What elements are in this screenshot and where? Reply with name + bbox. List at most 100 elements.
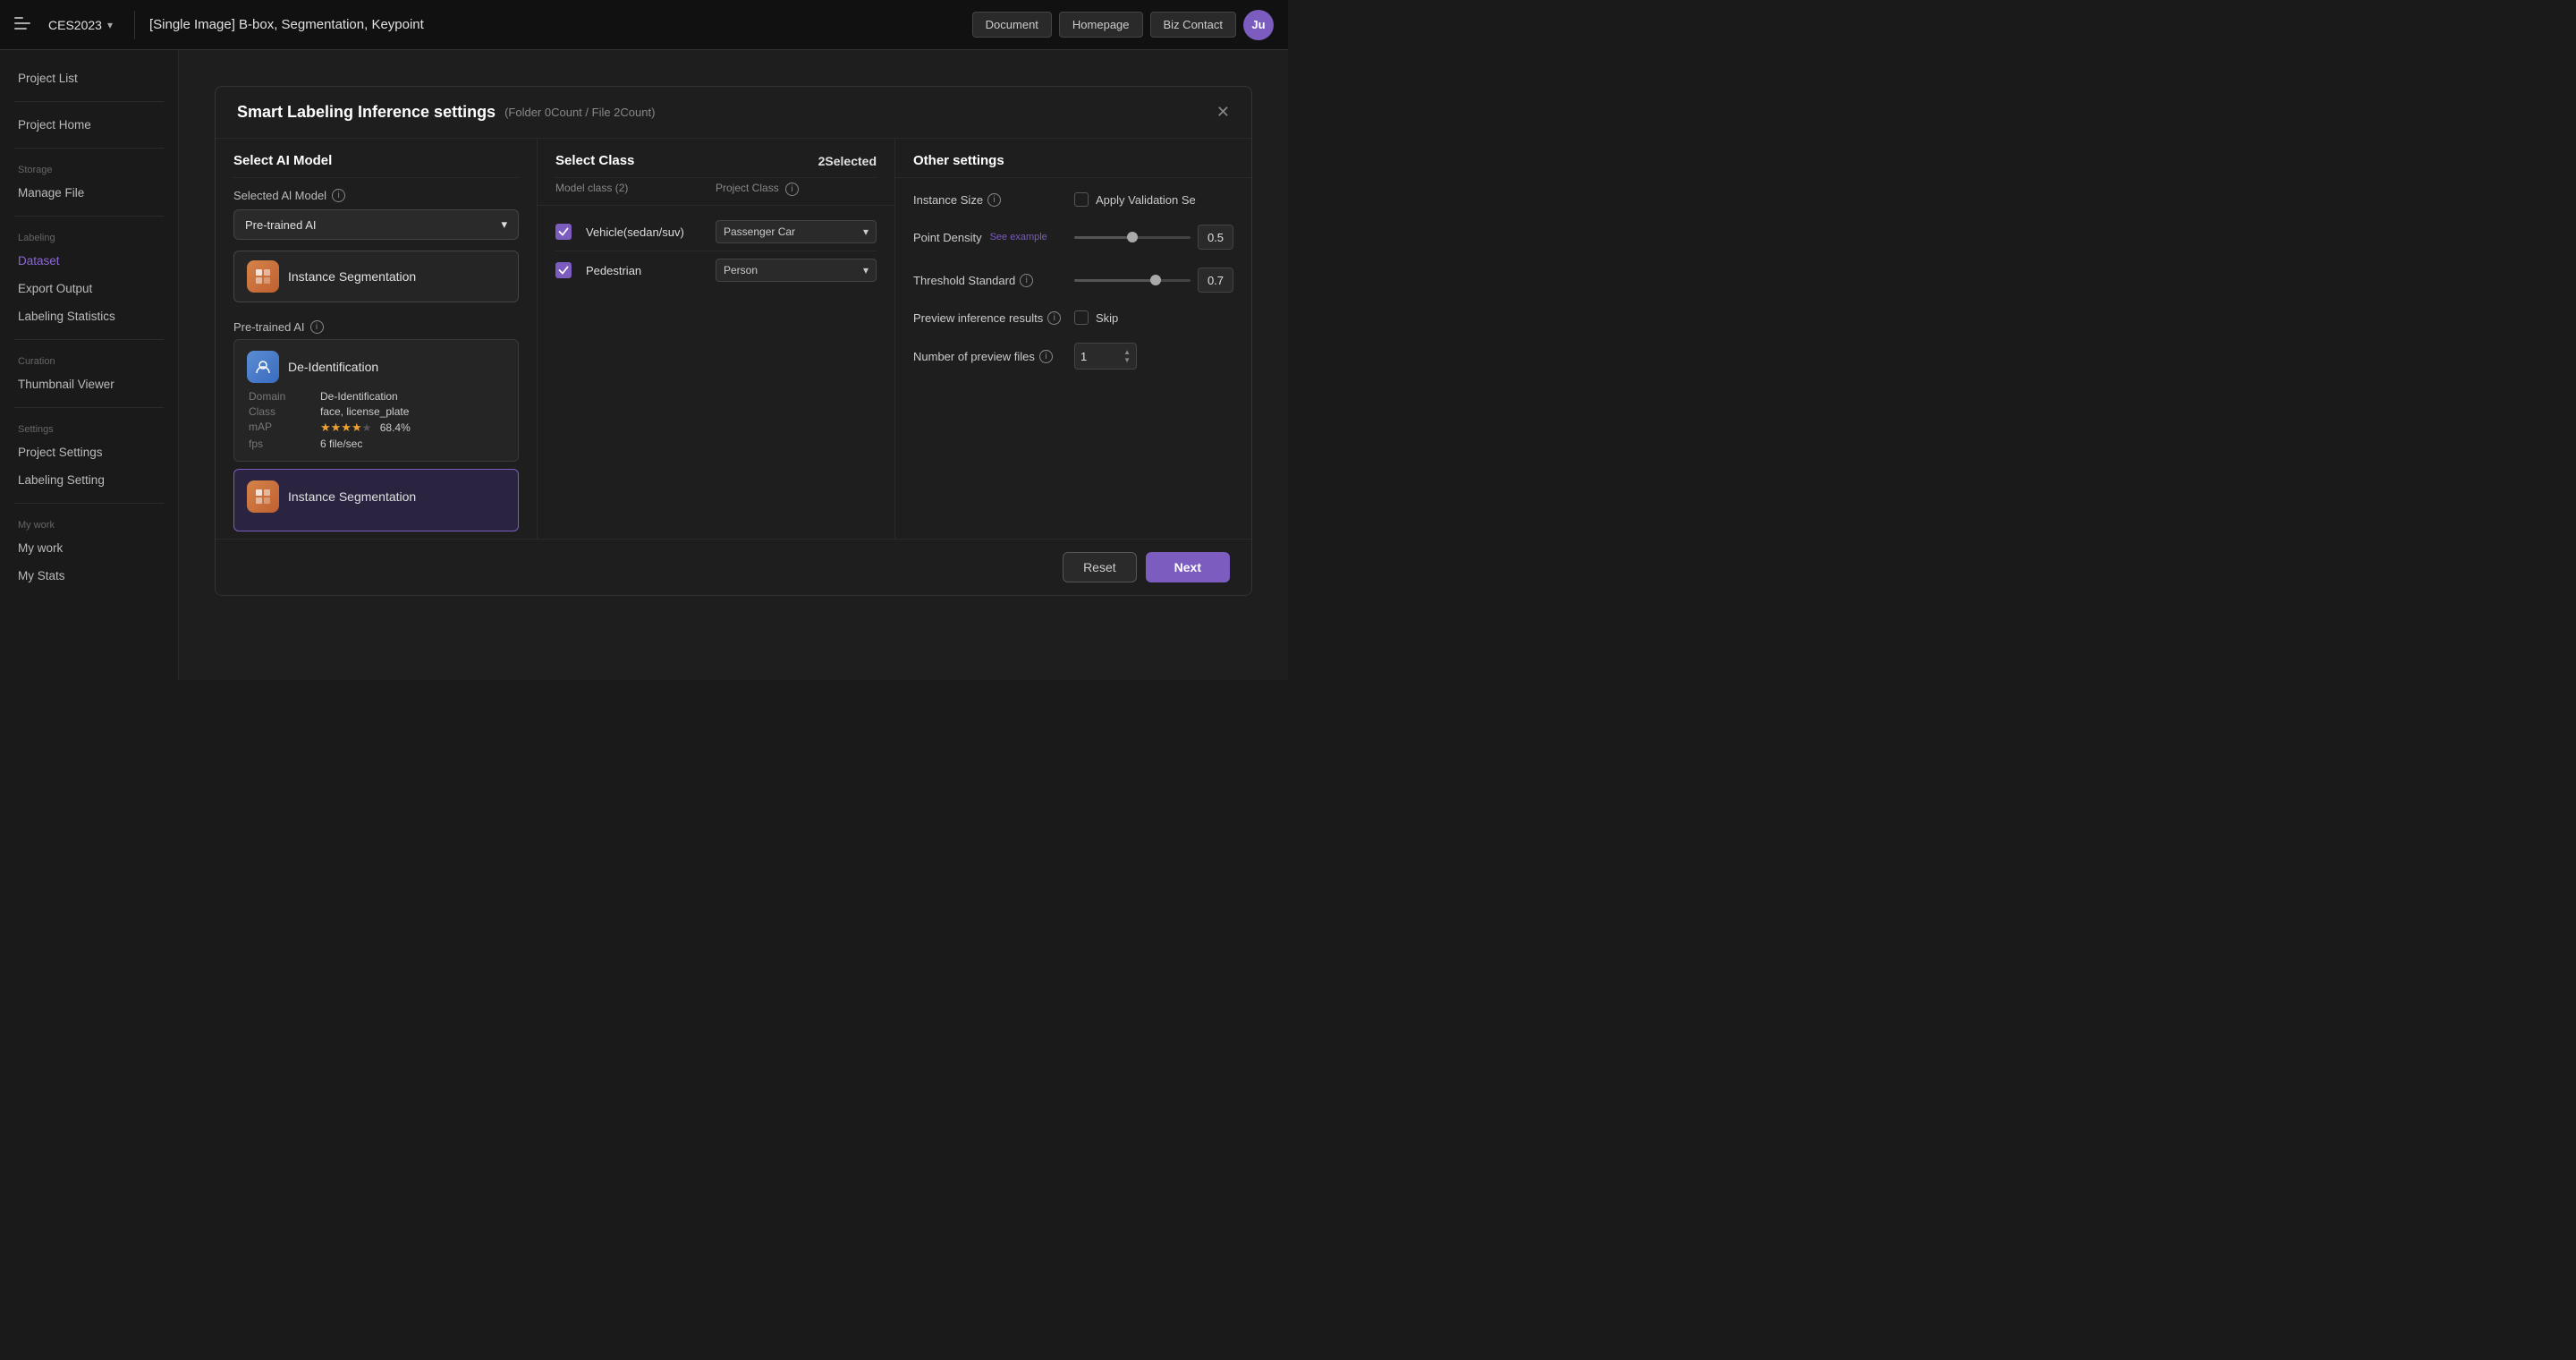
project-class-info-icon[interactable]: i: [785, 183, 799, 196]
map-value: ★★★★★ 68.4%: [320, 421, 505, 435]
preview-files-info-icon[interactable]: i: [1039, 350, 1053, 363]
storage-section-label: Storage: [0, 157, 178, 179]
main-content: Smart Labeling Inference settings (Folde…: [179, 50, 1288, 680]
decrement-arrow[interactable]: ▼: [1123, 357, 1131, 364]
ai-model-panel: Select AI Model Selected Al Model i Pre-…: [216, 139, 538, 539]
point-density-label: Point Density See example: [913, 231, 1065, 244]
curation-section-label: Curation: [0, 349, 178, 370]
point-density-example-link[interactable]: See example: [990, 232, 1047, 242]
seg-model-name: Instance Segmentation: [288, 489, 416, 504]
pedestrian-project-class-dropdown[interactable]: Person ▾: [716, 259, 877, 282]
class-panel-title: Select Class: [555, 153, 634, 168]
document-button[interactable]: Document: [972, 12, 1052, 38]
instance-size-row: Instance Size i Apply Validation Se: [913, 192, 1233, 207]
sidebar-divider-2: [14, 148, 164, 149]
sidebar-item-labeling-setting[interactable]: Labeling Setting: [0, 466, 178, 494]
sidebar-item-thumbnail-viewer[interactable]: Thumbnail Viewer: [0, 370, 178, 398]
project-class-col-header: Project Class i: [716, 178, 877, 200]
sidebar-item-manage-file[interactable]: Manage File: [0, 179, 178, 207]
topbar: CES2023 ▾ [Single Image] B-box, Segmenta…: [0, 0, 1288, 50]
apply-validation-label: Apply Validation Se: [1096, 193, 1196, 207]
modal-title: Smart Labeling Inference settings: [237, 103, 496, 122]
instance-size-control: Apply Validation Se: [1074, 192, 1233, 207]
sidebar-divider-6: [14, 503, 164, 504]
menu-icon[interactable]: [14, 15, 30, 34]
vehicle-class-label: Vehicle(sedan/suv): [586, 225, 710, 239]
ai-model-panel-title: Select AI Model: [216, 139, 537, 177]
class-selected-count: 2Selected: [818, 154, 877, 168]
layout: Project List Project Home Storage Manage…: [0, 50, 1288, 680]
point-density-value: 0.5: [1198, 225, 1233, 250]
selected-model-section: Selected Al Model i: [216, 178, 537, 209]
sidebar-item-export-output[interactable]: Export Output: [0, 275, 178, 302]
modal-footer: Reset Next: [216, 539, 1251, 595]
sidebar-item-project-settings[interactable]: Project Settings: [0, 438, 178, 466]
reset-button[interactable]: Reset: [1063, 552, 1137, 582]
point-density-row: Point Density See example 0.5: [913, 225, 1233, 250]
inference-settings-modal: Smart Labeling Inference settings (Folde…: [215, 86, 1252, 596]
sidebar-item-project-home[interactable]: Project Home: [0, 111, 178, 139]
preview-files-value: 1: [1080, 350, 1087, 363]
map-stars: ★★★★: [320, 421, 362, 434]
preview-files-control: 1 ▲ ▼: [1074, 343, 1233, 370]
point-density-control: 0.5: [1074, 225, 1233, 250]
project-name: CES2023: [48, 18, 102, 32]
settings-panel: Other settings Instance Size i Apply Val…: [895, 139, 1251, 539]
sidebar-item-my-work[interactable]: My work: [0, 534, 178, 562]
homepage-button[interactable]: Homepage: [1059, 12, 1143, 38]
vehicle-project-class-dropdown[interactable]: Passenger Car ▾: [716, 220, 877, 243]
sidebar-divider-1: [14, 101, 164, 102]
sidebar-item-my-stats[interactable]: My Stats: [0, 562, 178, 590]
preview-files-input[interactable]: 1 ▲ ▼: [1074, 343, 1137, 370]
vehicle-checkbox[interactable]: [555, 224, 572, 240]
preview-inference-control: Skip: [1074, 310, 1233, 325]
sidebar: Project List Project Home Storage Manage…: [0, 50, 179, 680]
pedestrian-dropdown-chevron: ▾: [863, 264, 869, 276]
settings-section-label: Settings: [0, 417, 178, 438]
point-density-slider[interactable]: [1074, 236, 1191, 239]
pretrained-info-icon[interactable]: i: [310, 320, 324, 334]
biz-contact-button[interactable]: Biz Contact: [1150, 12, 1236, 38]
domain-key: Domain: [249, 390, 320, 403]
preview-inference-checkbox[interactable]: [1074, 310, 1089, 325]
pretrained-section: Pre-trained AI i: [216, 313, 537, 339]
sidebar-item-project-list[interactable]: Project List: [0, 64, 178, 92]
my-work-section-label: My work: [0, 513, 178, 534]
sidebar-item-dataset[interactable]: Dataset: [0, 247, 178, 275]
model-list-item-seg[interactable]: Instance Segmentation: [233, 469, 519, 531]
labeling-section-label: Labeling: [0, 225, 178, 247]
fps-key: fps: [249, 438, 320, 450]
modal-subtitle: (Folder 0Count / File 2Count): [504, 106, 655, 119]
topbar-divider: [134, 11, 135, 39]
apply-validation-checkbox[interactable]: [1074, 192, 1089, 207]
selected-model-info-icon[interactable]: i: [332, 189, 345, 202]
modal-header: Smart Labeling Inference settings (Folde…: [216, 87, 1251, 139]
pedestrian-checkbox[interactable]: [555, 262, 572, 278]
threshold-info-icon[interactable]: i: [1020, 274, 1033, 287]
selected-model-card[interactable]: Instance Segmentation: [233, 251, 519, 302]
threshold-slider[interactable]: [1074, 279, 1191, 282]
model-class-col-header: Model class (2): [555, 178, 716, 200]
threshold-standard-row: Threshold Standard i 0.7: [913, 268, 1233, 293]
increment-arrow[interactable]: ▲: [1123, 349, 1131, 356]
model-list-item-deid[interactable]: De-Identification Domain De-Identificati…: [233, 339, 519, 462]
model-type-dropdown[interactable]: Pre-trained AI ▾: [233, 209, 519, 240]
preview-inference-info-icon[interactable]: i: [1047, 311, 1061, 325]
close-button[interactable]: ✕: [1216, 103, 1230, 122]
domain-value: De-Identification: [320, 390, 505, 403]
chevron-down-icon: ▾: [107, 19, 113, 31]
selected-model-name: Instance Segmentation: [288, 269, 416, 284]
next-button[interactable]: Next: [1146, 552, 1230, 582]
avatar[interactable]: Ju: [1243, 10, 1274, 40]
sidebar-item-labeling-statistics[interactable]: Labeling Statistics: [0, 302, 178, 330]
project-selector[interactable]: CES2023 ▾: [41, 14, 120, 36]
class-panel-header: Select Class 2Selected: [538, 139, 894, 177]
page-title: [Single Image] B-box, Segmentation, Keyp…: [149, 17, 972, 32]
class-panel: Select Class 2Selected Model class (2) P…: [538, 139, 895, 539]
sidebar-divider-4: [14, 339, 164, 340]
fps-value: 6 file/sec: [320, 438, 505, 450]
instance-size-info-icon[interactable]: i: [987, 193, 1001, 207]
preview-files-label: Number of preview files i: [913, 350, 1065, 363]
number-arrows: ▲ ▼: [1123, 349, 1131, 364]
modal-body: Select AI Model Selected Al Model i Pre-…: [216, 139, 1251, 539]
